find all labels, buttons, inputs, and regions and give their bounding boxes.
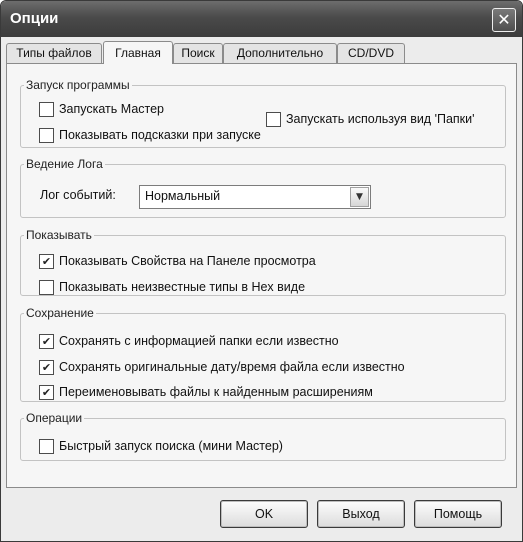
log-group-legend: Ведение Лога	[26, 157, 103, 171]
run-wizard-label: Запускать Мастер	[59, 102, 165, 116]
tab-search[interactable]: Поиск	[173, 43, 223, 63]
save-original-datetime-checkbox-box[interactable]: ✔	[39, 360, 54, 375]
folders-view-checkbox-box[interactable]	[266, 112, 281, 127]
save-original-datetime-label: Сохранять оригинальные дату/время файла …	[59, 360, 405, 374]
launch-group: Запуск программы Запускать Мастер Запуск…	[20, 78, 506, 148]
event-log-value: Нормальный	[145, 189, 221, 203]
tab-advanced[interactable]: Дополнительно	[223, 43, 337, 63]
operations-group: Операции Быстрый запуск поиска (мини Мас…	[20, 411, 506, 461]
unknown-hex-checkbox-box[interactable]	[39, 280, 54, 295]
rename-extensions-label: Переименовывать файлы к найденным расшир…	[59, 385, 373, 399]
launch-group-legend: Запуск программы	[26, 78, 130, 92]
help-button[interactable]: Помощь	[414, 500, 502, 528]
run-wizard-checkbox-box[interactable]	[39, 102, 54, 117]
options-dialog: Опции ✕ Типы файлов Главная Поиск Дополн…	[0, 0, 523, 542]
save-group-legend: Сохранение	[26, 306, 94, 320]
chevron-down-icon[interactable]: ▼	[350, 187, 369, 207]
show-tips-checkbox-box[interactable]	[39, 128, 54, 143]
event-log-select[interactable]: Нормальный ▼	[139, 185, 371, 209]
tab-main[interactable]: Главная	[103, 41, 173, 64]
quick-search-checkbox-box[interactable]	[39, 439, 54, 454]
exit-button[interactable]: Выход	[317, 500, 405, 528]
tab-panel-main: Запуск программы Запускать Мастер Запуск…	[6, 63, 517, 488]
ok-button[interactable]: OK	[220, 500, 308, 528]
props-in-preview-checkbox-box[interactable]: ✔	[39, 254, 54, 269]
props-in-preview-label: Показывать Свойства на Панеле просмотра	[59, 254, 316, 268]
tab-cd-dvd[interactable]: CD/DVD	[337, 43, 405, 63]
operations-group-legend: Операции	[26, 411, 83, 425]
tab-file-types[interactable]: Типы файлов	[6, 43, 102, 63]
save-folder-info-label: Сохранять с информацией папки если извес…	[59, 334, 339, 348]
quick-search-label: Быстрый запуск поиска (мини Мастер)	[59, 439, 283, 453]
show-tips-label: Показывать подсказки при запуске	[59, 128, 261, 142]
event-log-label: Лог событий:	[40, 188, 116, 202]
rename-extensions-checkbox-box[interactable]: ✔	[39, 385, 54, 400]
title-bar: Опции ✕	[1, 1, 522, 37]
save-group: Сохранение ✔ Сохранять с информацией пап…	[20, 306, 506, 402]
window-title: Опции	[10, 10, 59, 27]
log-group: Ведение Лога Лог событий: Нормальный ▼	[20, 157, 506, 218]
close-icon[interactable]: ✕	[492, 8, 516, 32]
show-group-legend: Показывать	[26, 228, 92, 242]
folders-view-label: Запускать используя вид 'Папки'	[286, 112, 475, 126]
unknown-hex-label: Показывать неизвестные типы в Hex виде	[59, 280, 306, 294]
save-folder-info-checkbox-box[interactable]: ✔	[39, 334, 54, 349]
show-group: Показывать ✔ Показывать Свойства на Пане…	[20, 228, 506, 296]
